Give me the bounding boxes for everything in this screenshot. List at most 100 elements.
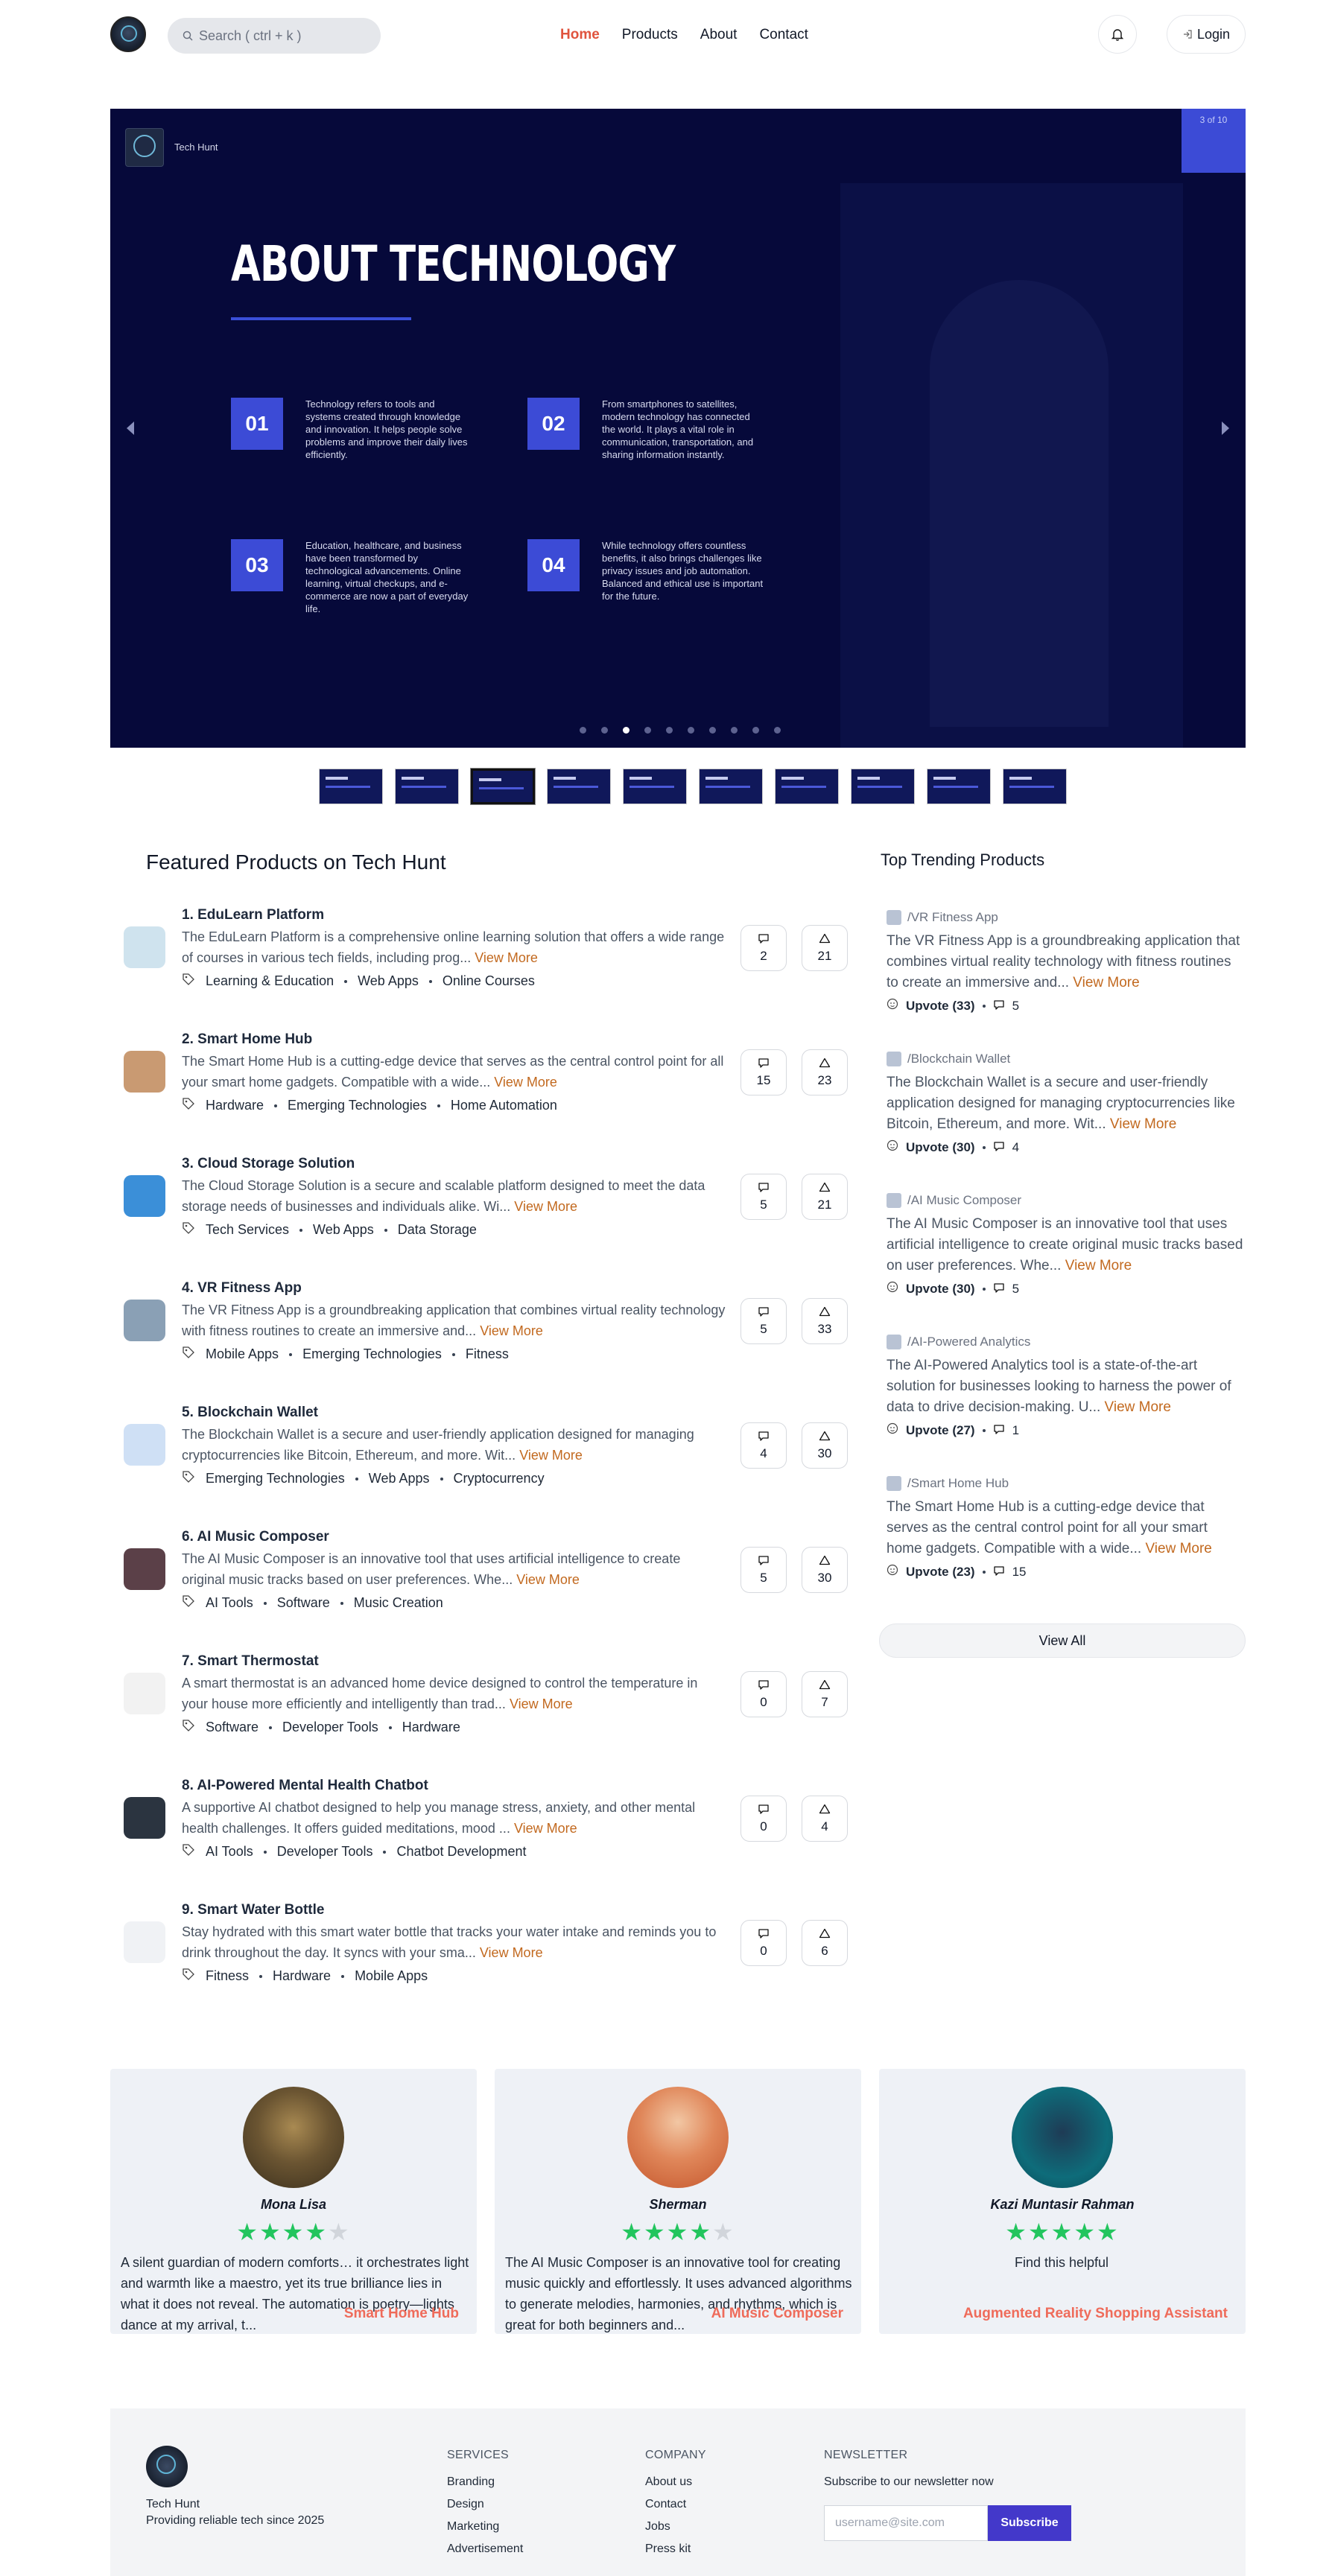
product-title[interactable]: 4. VR Fitness App (182, 1280, 302, 1297)
product-image[interactable] (124, 1051, 165, 1093)
carousel-dot[interactable] (666, 727, 673, 734)
product-tag[interactable]: Online Courses (443, 973, 535, 989)
comment-button[interactable]: 5 (740, 1174, 787, 1220)
product-tag[interactable]: Music Creation (354, 1595, 443, 1611)
comment-button[interactable]: 0 (740, 1796, 787, 1842)
trending-item-title[interactable]: /Blockchain Wallet (907, 1052, 1010, 1066)
nav-contact-link[interactable]: Contact (759, 27, 808, 43)
product-title[interactable]: 6. AI Music Composer (182, 1529, 329, 1545)
search-input[interactable] (199, 28, 363, 44)
product-image[interactable] (124, 926, 165, 968)
nav-home-link[interactable]: Home (560, 27, 600, 43)
nav-about-link[interactable]: About (700, 27, 738, 43)
view-more-link[interactable]: View More (510, 1696, 573, 1711)
carousel-thumbnail[interactable] (775, 769, 839, 804)
product-row[interactable]: 9. Smart Water Bottle Stay hydrated with … (110, 1899, 848, 2003)
product-tag[interactable]: Fitness (206, 1968, 249, 1984)
product-tag[interactable]: Developer Tools (277, 1844, 373, 1860)
product-tag[interactable]: Software (277, 1595, 330, 1611)
view-more-link[interactable]: View More (1145, 1541, 1211, 1556)
footer-link-about[interactable]: About us (645, 2475, 706, 2489)
view-more-link[interactable]: View More (1065, 1258, 1132, 1273)
product-row[interactable]: 8. AI-Powered Mental Health Chatbot A sup… (110, 1775, 848, 1879)
product-title[interactable]: 8. AI-Powered Mental Health Chatbot (182, 1778, 428, 1794)
carousel-dot[interactable] (774, 727, 781, 734)
product-row[interactable]: 4. VR Fitness App The VR Fitness App is a… (110, 1277, 848, 1381)
footer-link-contact[interactable]: Contact (645, 2498, 706, 2511)
trending-item-title[interactable]: /AI Music Composer (907, 1193, 1021, 1208)
product-tag[interactable]: Home Automation (451, 1098, 557, 1113)
view-more-link[interactable]: View More (1073, 975, 1139, 990)
product-tag[interactable]: Emerging Technologies (206, 1471, 345, 1486)
product-image[interactable] (124, 1548, 165, 1590)
testimonial-product-link[interactable]: Smart Home Hub (344, 2306, 459, 2322)
site-logo[interactable] (110, 16, 146, 52)
carousel-thumbnail[interactable] (395, 769, 459, 804)
product-tag[interactable]: Hardware (402, 1720, 460, 1735)
login-button[interactable]: Login (1167, 15, 1246, 54)
carousel-dot[interactable] (752, 727, 759, 734)
subscribe-button[interactable]: Subscribe (988, 2505, 1071, 2541)
trending-item[interactable]: /Blockchain Wallet The Blockchain Wallet … (887, 1052, 1244, 1178)
carousel-thumbnail[interactable] (851, 769, 915, 804)
footer-link-jobs[interactable]: Jobs (645, 2520, 706, 2534)
carousel-thumbnail[interactable] (1003, 769, 1067, 804)
product-row[interactable]: 6. AI Music Composer The AI Music Compose… (110, 1526, 848, 1630)
comment-button[interactable]: 15 (740, 1049, 787, 1095)
nav-products-link[interactable]: Products (622, 27, 678, 43)
trending-item[interactable]: /AI-Powered Analytics The AI-Powered Anal… (887, 1335, 1244, 1461)
product-row[interactable]: 5. Blockchain Wallet The Blockchain Walle… (110, 1402, 848, 1506)
product-tag[interactable]: Cryptocurrency (454, 1471, 545, 1486)
product-title[interactable]: 5. Blockchain Wallet (182, 1405, 318, 1421)
upvote-button[interactable]: 23 (802, 1049, 848, 1095)
product-tag[interactable]: Tech Services (206, 1222, 289, 1238)
view-more-link[interactable]: View More (514, 1199, 577, 1214)
upvote-label[interactable]: Upvote (33) (906, 999, 975, 1014)
product-tag[interactable]: Mobile Apps (355, 1968, 428, 1984)
view-more-link[interactable]: View More (480, 1323, 543, 1338)
view-more-link[interactable]: View More (519, 1448, 583, 1463)
carousel-dot[interactable] (644, 727, 651, 734)
view-more-link[interactable]: View More (514, 1821, 577, 1836)
product-tag[interactable]: Web Apps (358, 973, 419, 989)
upvote-label[interactable]: Upvote (30) (906, 1282, 975, 1297)
carousel-dot[interactable] (623, 727, 629, 734)
product-tag[interactable]: Hardware (273, 1968, 331, 1984)
carousel-thumbnail[interactable] (927, 769, 991, 804)
trending-item-title[interactable]: /VR Fitness App (907, 910, 998, 925)
upvote-button[interactable]: 4 (802, 1796, 848, 1842)
upvote-button[interactable]: 7 (802, 1671, 848, 1717)
upvote-label[interactable]: Upvote (23) (906, 1565, 975, 1580)
upvote-label[interactable]: Upvote (27) (906, 1423, 975, 1438)
testimonial-product-link[interactable]: AI Music Composer (711, 2306, 843, 2322)
product-tag[interactable]: Learning & Education (206, 973, 334, 989)
carousel-dot[interactable] (709, 727, 716, 734)
trending-item[interactable]: /Smart Home Hub The Smart Home Hub is a c… (887, 1476, 1244, 1603)
carousel-prev-arrow-icon[interactable] (127, 422, 134, 435)
comment-button[interactable]: 0 (740, 1920, 787, 1966)
notifications-button[interactable] (1098, 15, 1137, 54)
product-tag[interactable]: Emerging Technologies (302, 1346, 442, 1362)
product-image[interactable] (124, 1921, 165, 1963)
product-title[interactable]: 9. Smart Water Bottle (182, 1902, 324, 1918)
product-image[interactable] (124, 1797, 165, 1839)
product-tag[interactable]: Mobile Apps (206, 1346, 279, 1362)
product-tag[interactable]: Hardware (206, 1098, 264, 1113)
view-more-link[interactable]: View More (480, 1945, 543, 1960)
product-tag[interactable]: AI Tools (206, 1844, 253, 1860)
carousel-dot[interactable] (731, 727, 738, 734)
comment-button[interactable]: 5 (740, 1547, 787, 1593)
comment-button[interactable]: 2 (740, 925, 787, 971)
upvote-button[interactable]: 21 (802, 1174, 848, 1220)
view-more-link[interactable]: View More (516, 1572, 580, 1587)
product-image[interactable] (124, 1300, 165, 1341)
view-more-link[interactable]: View More (1105, 1399, 1171, 1415)
carousel-dot[interactable] (688, 727, 694, 734)
product-row[interactable]: 2. Smart Home Hub The Smart Home Hub is a… (110, 1028, 848, 1133)
product-tag[interactable]: Developer Tools (282, 1720, 378, 1735)
trending-item[interactable]: /AI Music Composer The AI Music Composer … (887, 1193, 1244, 1320)
upvote-label[interactable]: Upvote (30) (906, 1140, 975, 1155)
footer-link-branding[interactable]: Branding (447, 2475, 523, 2489)
product-tag[interactable]: Chatbot Development (396, 1844, 526, 1860)
footer-link-press-kit[interactable]: Press kit (645, 2542, 706, 2556)
